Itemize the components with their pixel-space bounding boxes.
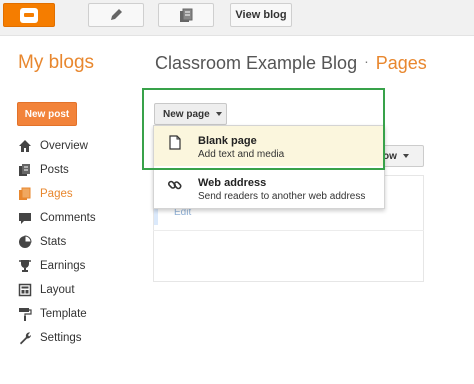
pencil-icon bbox=[111, 9, 122, 20]
sidebar-item-overview[interactable]: Overview bbox=[18, 134, 96, 158]
highlight-box bbox=[142, 88, 385, 170]
trophy-icon bbox=[18, 259, 32, 273]
view-blog-button[interactable]: View blog bbox=[230, 3, 292, 27]
sidebar-item-label: Overview bbox=[40, 140, 88, 152]
posts-icon bbox=[18, 163, 32, 177]
sidebar-item-posts[interactable]: Posts bbox=[18, 158, 96, 182]
sidebar-item-label: Stats bbox=[40, 236, 67, 248]
panel-divider bbox=[153, 230, 424, 231]
sidebar-item-label: Posts bbox=[40, 164, 69, 176]
menu-item-web-address[interactable]: Web address Send readers to another web … bbox=[154, 168, 384, 208]
sidebar-item-earnings[interactable]: Earnings bbox=[18, 254, 96, 278]
pages-icon bbox=[180, 8, 193, 22]
paint-roller-icon bbox=[18, 307, 32, 321]
comment-icon bbox=[18, 211, 32, 225]
sidebar-item-label: Settings bbox=[40, 332, 82, 344]
link-icon bbox=[162, 176, 188, 193]
posts-list-toolbar-button[interactable] bbox=[158, 3, 214, 27]
sidebar-item-label: Template bbox=[40, 308, 87, 320]
sidebar-item-label: Comments bbox=[40, 212, 96, 224]
top-toolbar: View blog bbox=[0, 0, 474, 36]
wrench-icon bbox=[18, 331, 32, 345]
sidebar-item-label: Layout bbox=[40, 284, 75, 296]
blog-name: Classroom Example Blog bbox=[155, 53, 358, 73]
blogger-home-button[interactable] bbox=[3, 3, 55, 27]
sidebar-nav: Overview Posts Pages Comments Stats Earn… bbox=[18, 134, 96, 350]
sidebar-item-label: Earnings bbox=[40, 260, 86, 272]
sidebar-item-template[interactable]: Template bbox=[18, 302, 96, 326]
menu-item-title: Web address bbox=[198, 177, 267, 189]
new-post-toolbar-button[interactable] bbox=[88, 3, 144, 27]
layout-icon bbox=[18, 283, 32, 297]
chevron-down-icon bbox=[402, 154, 409, 158]
title-separator: · bbox=[364, 53, 369, 69]
menu-item-subtitle: Send readers to another web address bbox=[198, 191, 366, 202]
sidebar-item-label: Pages bbox=[40, 188, 73, 200]
sidebar-item-comments[interactable]: Comments bbox=[18, 206, 96, 230]
sidebar-item-layout[interactable]: Layout bbox=[18, 278, 96, 302]
sidebar-item-stats[interactable]: Stats bbox=[18, 230, 96, 254]
pages-icon bbox=[18, 187, 32, 201]
blogger-logo-icon bbox=[20, 7, 38, 23]
my-blogs-link[interactable]: My blogs bbox=[18, 52, 94, 74]
sidebar-item-pages[interactable]: Pages bbox=[18, 182, 96, 206]
show-filter-label: ow bbox=[383, 150, 397, 162]
pie-chart-icon bbox=[18, 235, 32, 249]
sidebar-item-settings[interactable]: Settings bbox=[18, 326, 96, 350]
page-title: Classroom Example Blog · Pages bbox=[155, 53, 427, 74]
new-post-button[interactable]: New post bbox=[17, 102, 77, 126]
home-icon bbox=[18, 139, 32, 153]
section-name: Pages bbox=[375, 53, 427, 73]
